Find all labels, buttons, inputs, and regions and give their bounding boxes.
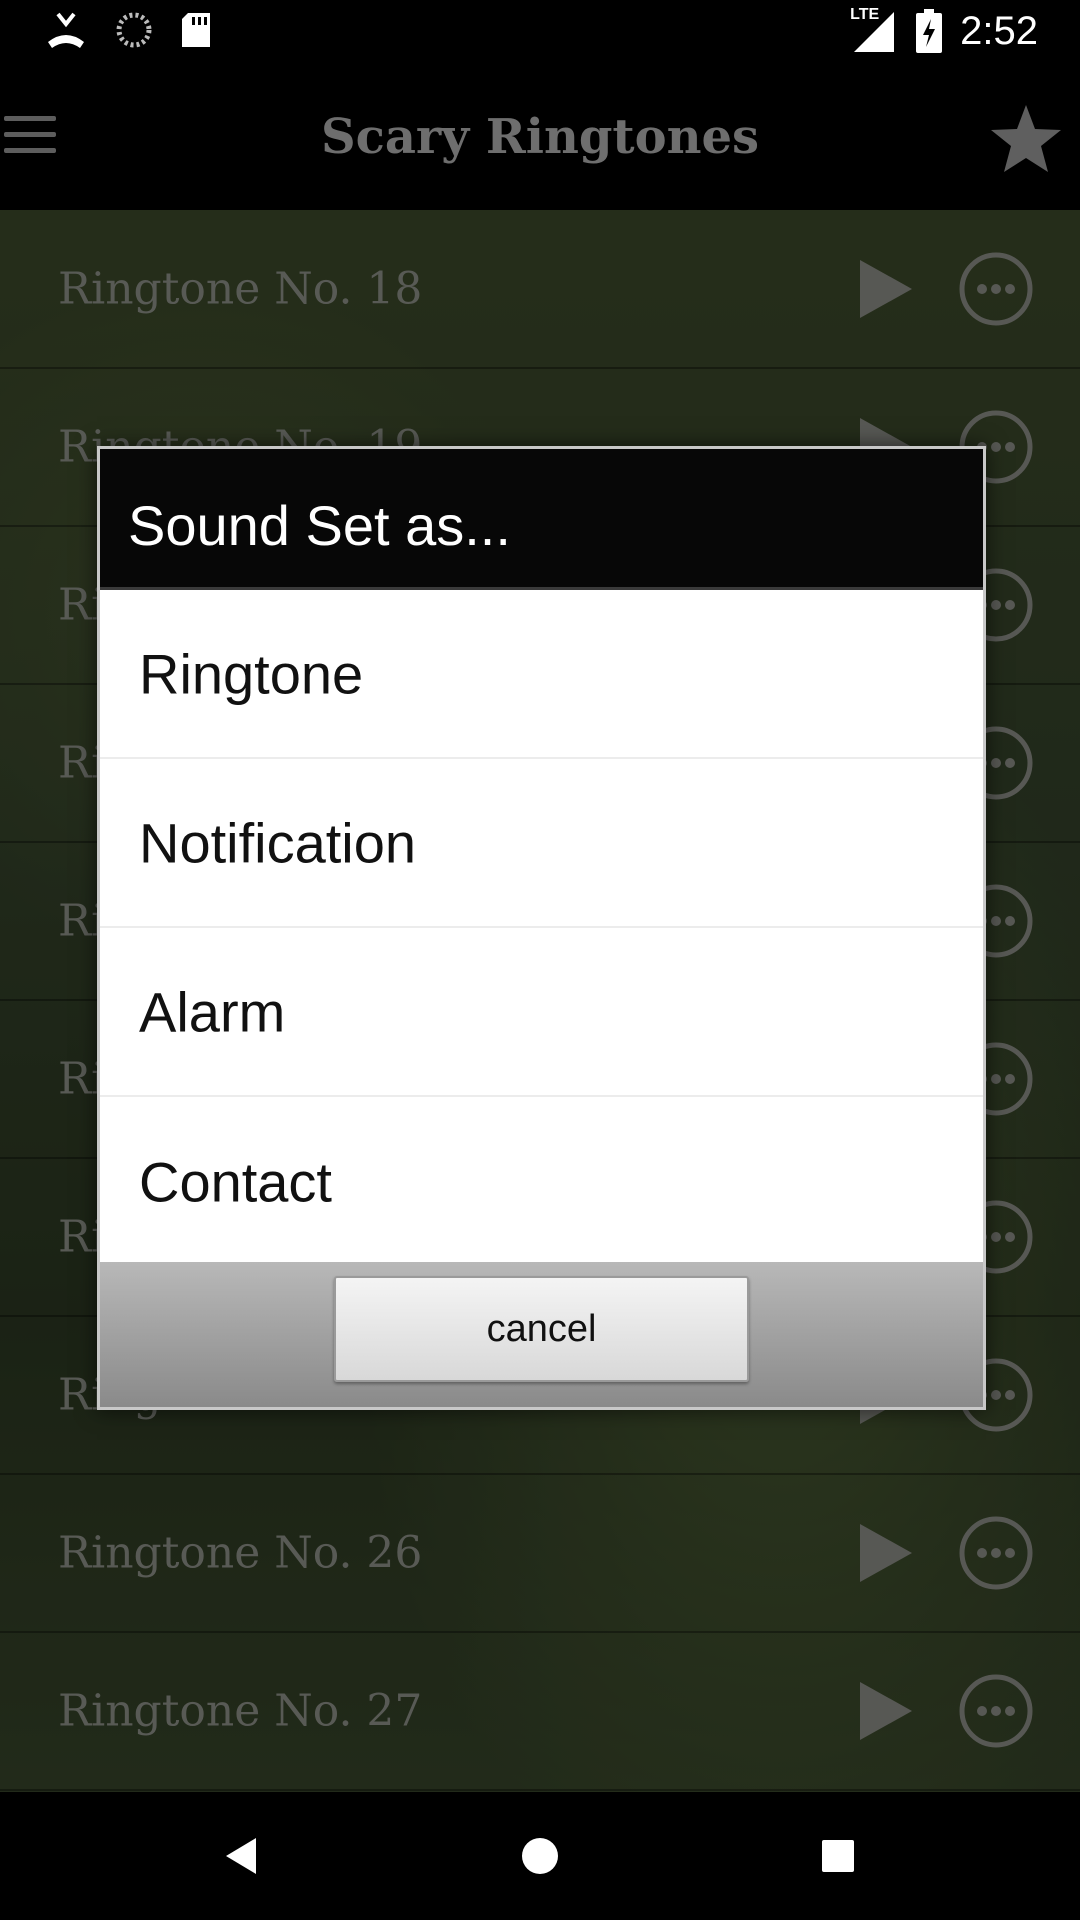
dialog-footer: cancel bbox=[100, 1262, 983, 1407]
home-icon[interactable] bbox=[522, 1838, 558, 1874]
cancel-button[interactable]: cancel bbox=[334, 1276, 749, 1382]
signal-icon: LTE bbox=[850, 6, 898, 54]
option-ringtone[interactable]: Ringtone bbox=[100, 590, 983, 759]
recents-icon[interactable] bbox=[822, 1840, 854, 1872]
missed-call-icon bbox=[48, 12, 84, 48]
option-label: Notification bbox=[139, 811, 417, 874]
option-label: Ringtone bbox=[139, 642, 364, 705]
dialog-title: Sound Set as... bbox=[128, 494, 511, 557]
navigation-bar bbox=[0, 1792, 1080, 1920]
dialog-header: Sound Set as... bbox=[100, 449, 983, 590]
app-bar: Scary Ringtones bbox=[0, 63, 1080, 210]
status-bar: LTE 2:52 bbox=[0, 0, 1080, 63]
option-contact[interactable]: Contact bbox=[100, 1097, 983, 1266]
battery-charging-icon bbox=[916, 9, 943, 53]
option-label: Contact bbox=[139, 1150, 332, 1213]
sound-set-dialog: Sound Set as... Ringtone Notification Al… bbox=[97, 446, 986, 1410]
sd-card-icon bbox=[182, 13, 210, 47]
app-title: Scary Ringtones bbox=[320, 109, 760, 165]
option-notification[interactable]: Notification bbox=[100, 759, 983, 928]
sync-icon bbox=[116, 12, 152, 48]
option-label: Alarm bbox=[139, 980, 286, 1043]
back-icon[interactable] bbox=[222, 1836, 262, 1876]
option-alarm[interactable]: Alarm bbox=[100, 928, 983, 1097]
star-icon[interactable] bbox=[988, 101, 1064, 177]
clock: 2:52 bbox=[960, 8, 1038, 53]
